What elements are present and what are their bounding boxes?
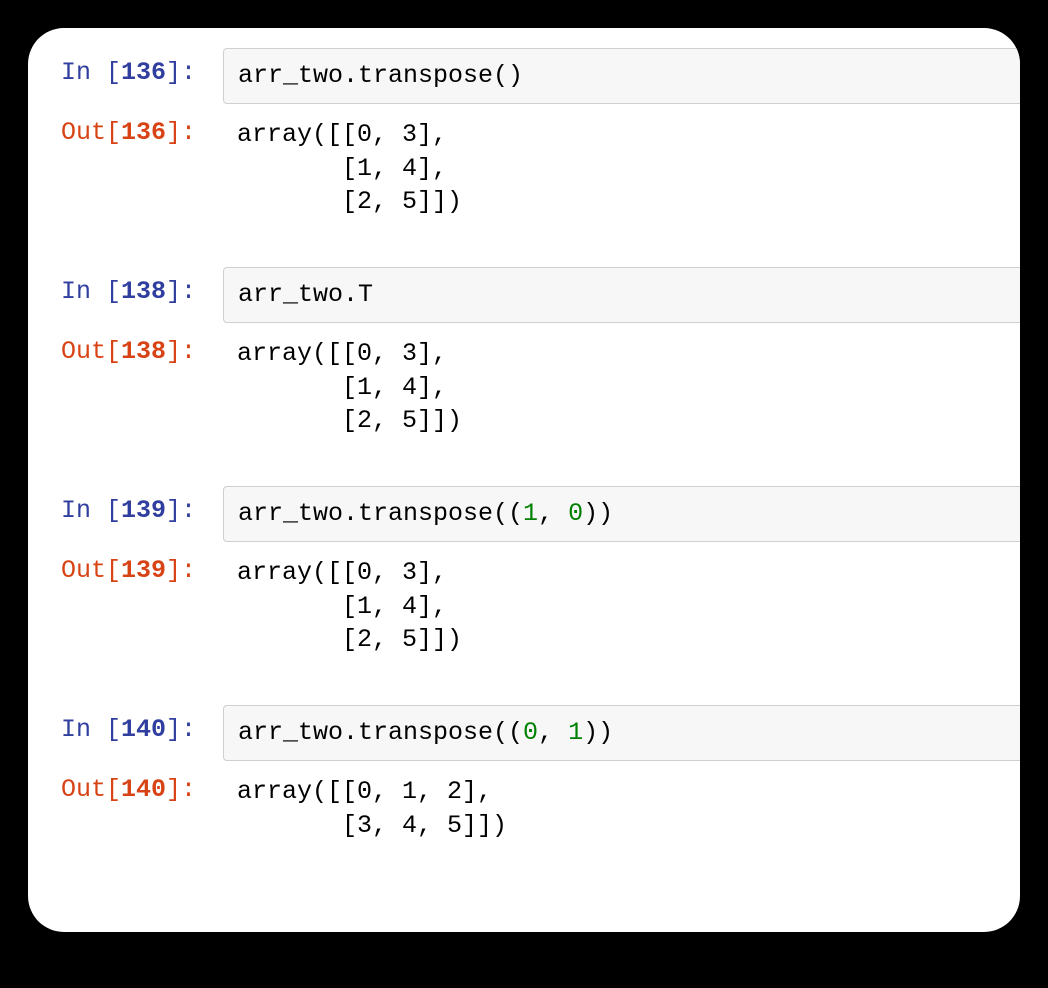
output-cell: Out[138]: array([[0, 3], [1, 4], [2, 5]]…	[28, 327, 1020, 456]
out-prompt: Out[139]:	[28, 546, 223, 585]
output-cell: Out[136]: array([[0, 3], [1, 4], [2, 5]]…	[28, 108, 1020, 237]
input-cell: In [139]: arr_two.transpose((1, 0))	[28, 486, 1020, 542]
in-prompt: In [138]:	[28, 267, 223, 306]
code-output: array([[0, 3], [1, 4], [2, 5]])	[223, 546, 1020, 675]
code-output: array([[0, 3], [1, 4], [2, 5]])	[223, 108, 1020, 237]
code-input[interactable]: arr_two.T	[223, 267, 1020, 323]
code-input[interactable]: arr_two.transpose((0, 1))	[223, 705, 1020, 761]
input-cell: In [136]: arr_two.transpose()	[28, 48, 1020, 104]
in-prompt: In [139]:	[28, 486, 223, 525]
in-prompt: In [136]:	[28, 48, 223, 87]
code-output: array([[0, 1, 2], [3, 4, 5]])	[223, 765, 1020, 861]
output-cell: Out[139]: array([[0, 3], [1, 4], [2, 5]]…	[28, 546, 1020, 675]
output-cell: Out[140]: array([[0, 1, 2], [3, 4, 5]])	[28, 765, 1020, 861]
in-prompt: In [140]:	[28, 705, 223, 744]
out-prompt: Out[140]:	[28, 765, 223, 804]
jupyter-notebook: In [136]: arr_two.transpose() Out[136]: …	[28, 28, 1020, 932]
input-cell: In [140]: arr_two.transpose((0, 1))	[28, 705, 1020, 761]
out-prompt: Out[136]:	[28, 108, 223, 147]
code-input[interactable]: arr_two.transpose((1, 0))	[223, 486, 1020, 542]
out-prompt: Out[138]:	[28, 327, 223, 366]
input-cell: In [138]: arr_two.T	[28, 267, 1020, 323]
code-input[interactable]: arr_two.transpose()	[223, 48, 1020, 104]
code-output: array([[0, 3], [1, 4], [2, 5]])	[223, 327, 1020, 456]
